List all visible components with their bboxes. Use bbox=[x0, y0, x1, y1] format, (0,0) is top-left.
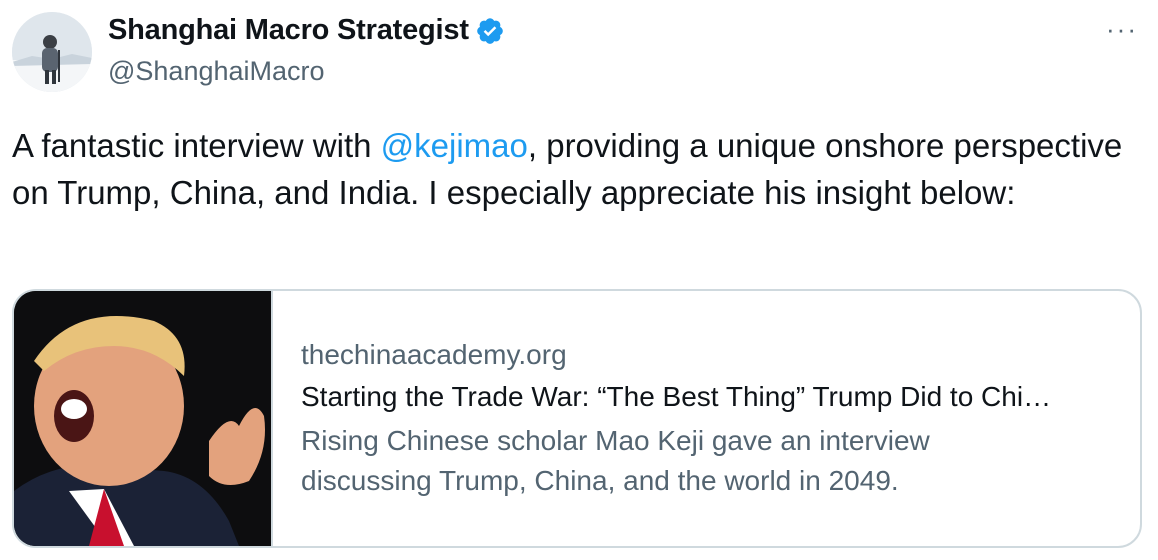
card-description: Rising Chinese scholar Mao Keji gave an … bbox=[301, 425, 930, 496]
card-title[interactable]: Starting the Trade War: “The Best Thing”… bbox=[301, 381, 1121, 413]
tweet-text-start: A fantastic interview with bbox=[12, 127, 381, 164]
card-thumbnail[interactable] bbox=[14, 291, 273, 546]
mention-link[interactable]: @kejimao bbox=[381, 127, 528, 164]
author-display-name[interactable]: Shanghai Macro Strategist bbox=[108, 14, 469, 47]
verified-badge-icon bbox=[477, 17, 503, 44]
card-domain: thechinaacademy.org bbox=[301, 339, 567, 370]
avatar[interactable] bbox=[12, 12, 92, 92]
author-handle[interactable]: @ShanghaiMacro bbox=[108, 56, 325, 87]
more-options-icon[interactable]: ··· bbox=[1106, 14, 1138, 45]
author-name-row: Shanghai Macro Strategist bbox=[108, 14, 505, 47]
tweet-text: A fantastic interview with @kejimao, pro… bbox=[12, 122, 1132, 216]
card-body: thechinaacademy.org Starting the Trade W… bbox=[273, 291, 1140, 546]
link-preview-card[interactable]: thechinaacademy.org Starting the Trade W… bbox=[12, 289, 1142, 548]
